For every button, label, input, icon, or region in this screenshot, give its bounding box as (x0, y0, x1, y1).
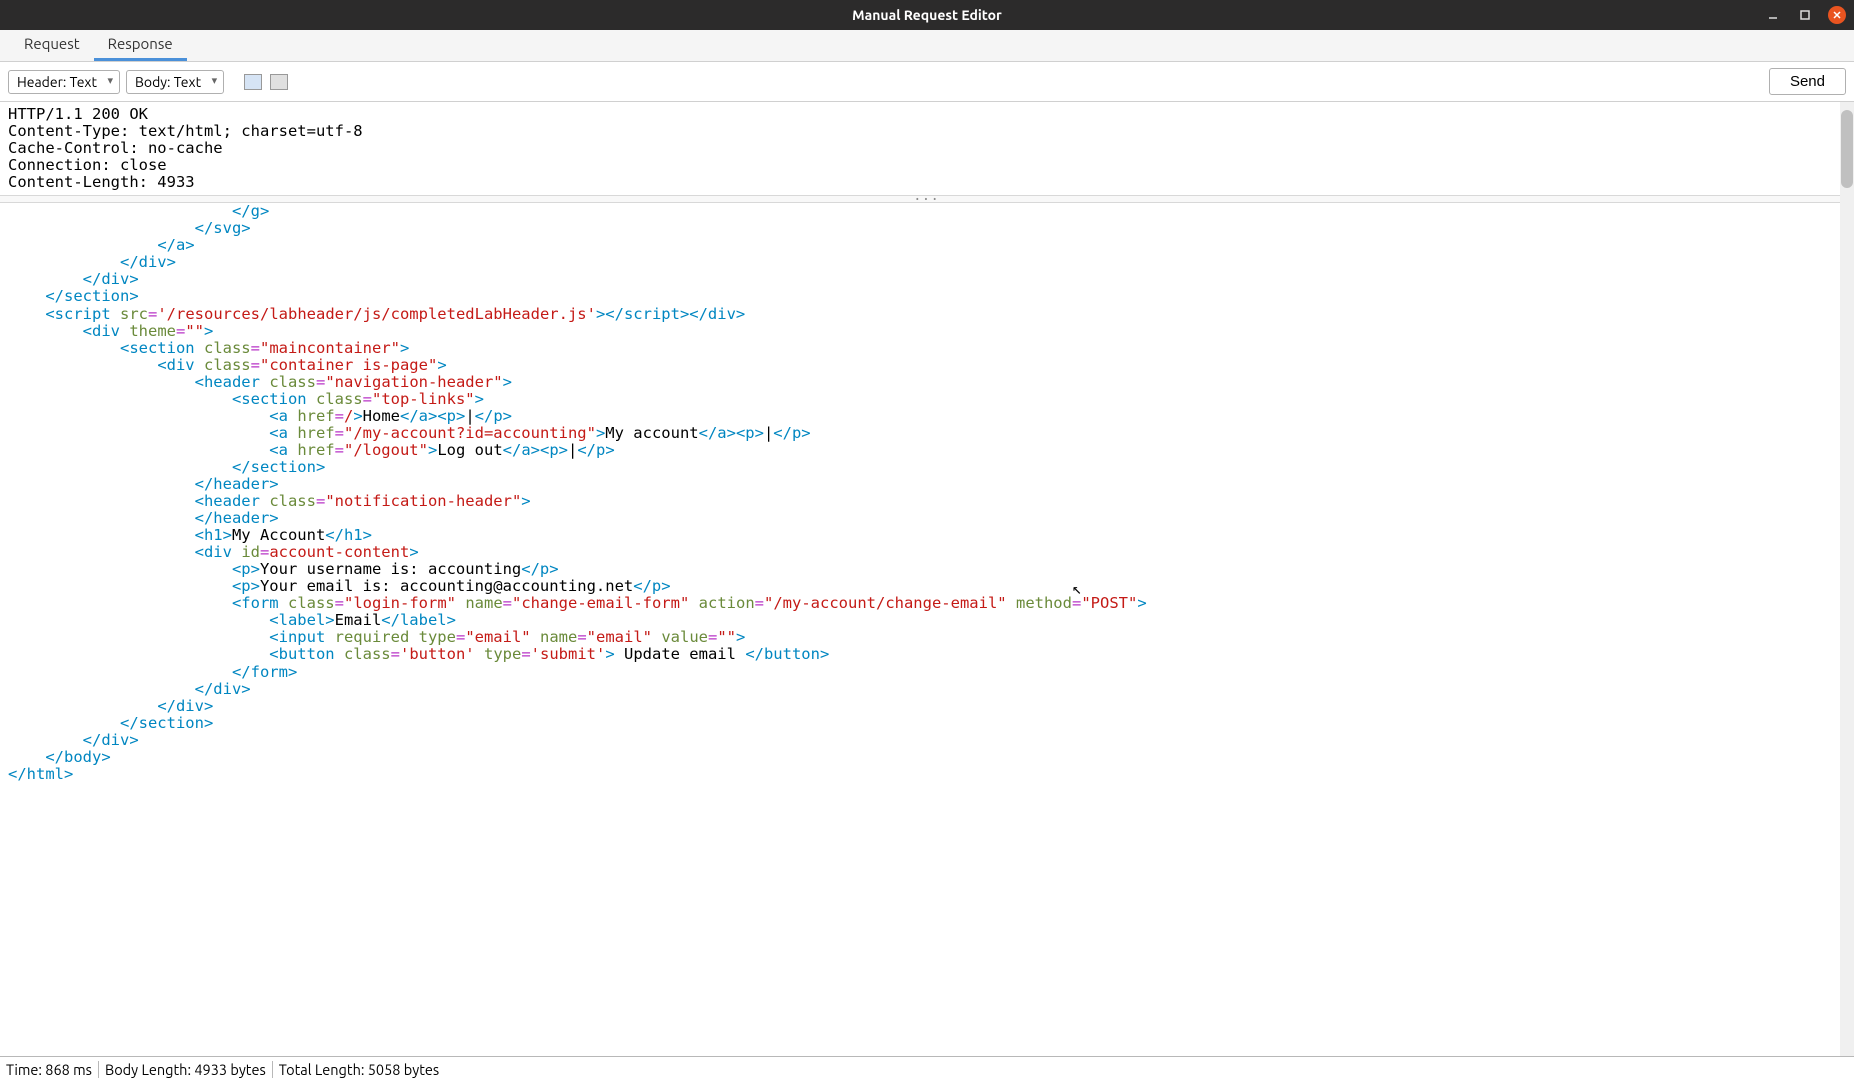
response-body-pane[interactable]: ↖ </g> </svg> </a> </div> </div> </secti… (0, 203, 1854, 1056)
code-line: <div class="container is-page"> (8, 357, 1846, 374)
tab-response[interactable]: Response (94, 29, 187, 61)
code-line: </g> (8, 203, 1846, 220)
maximize-icon (1799, 9, 1811, 21)
toolbar: Header: Text Body: Text Send (0, 62, 1854, 102)
close-icon (1832, 10, 1842, 20)
code-line: <p>Your email is: accounting@accounting.… (8, 578, 1846, 595)
code-line: </header> (8, 476, 1846, 493)
code-line: </div> (8, 681, 1846, 698)
code-line: </div> (8, 732, 1846, 749)
code-line: <section class="top-links"> (8, 391, 1846, 408)
split-view-icon[interactable] (244, 74, 262, 90)
code-line: </div> (8, 254, 1846, 271)
code-line: <header class="navigation-header"> (8, 374, 1846, 391)
code-line: <input required type="email" name="email… (8, 629, 1846, 646)
window-title: Manual Request Editor (852, 7, 1002, 23)
code-line: <div theme=""> (8, 323, 1846, 340)
send-button[interactable]: Send (1769, 68, 1846, 95)
titlebar: Manual Request Editor (0, 0, 1854, 30)
code-line: </section> (8, 459, 1846, 476)
code-line: </section> (8, 715, 1846, 732)
status-body-length: Body Length: 4933 bytes (105, 1061, 273, 1078)
code-line: <form class="login-form" name="change-em… (8, 595, 1846, 612)
pane-splitter[interactable]: • • • (0, 195, 1854, 203)
code-line: <a href="/my-account?id=accounting">My a… (8, 425, 1846, 442)
body-view-select[interactable]: Body: Text (126, 70, 224, 94)
code-line: </svg> (8, 220, 1846, 237)
maximize-button[interactable] (1796, 6, 1814, 24)
code-line: <div id=account-content> (8, 544, 1846, 561)
window-controls (1764, 6, 1846, 24)
code-line: </div> (8, 698, 1846, 715)
close-button[interactable] (1828, 6, 1846, 24)
code-line: </body> (8, 749, 1846, 766)
content-area: HTTP/1.1 200 OK Content-Type: text/html;… (0, 102, 1854, 1056)
minimize-button[interactable] (1764, 6, 1782, 24)
code-line: <header class="notification-header"> (8, 493, 1846, 510)
code-line: <p>Your username is: accounting</p> (8, 561, 1846, 578)
code-line: </a> (8, 237, 1846, 254)
code-line: <a href="/logout">Log out</a><p>|</p> (8, 442, 1846, 459)
status-bar: Time: 868 ms Body Length: 4933 bytes Tot… (0, 1056, 1854, 1082)
vertical-scrollbar[interactable] (1840, 102, 1854, 1056)
code-line: <section class="maincontainer"> (8, 340, 1846, 357)
status-total-length: Total Length: 5058 bytes (279, 1061, 445, 1078)
scroll-thumb[interactable] (1841, 110, 1853, 188)
code-line: </html> (8, 766, 1846, 783)
tab-bar: Request Response (0, 30, 1854, 62)
code-line: <script src='/resources/labheader/js/com… (8, 306, 1846, 323)
code-line: </div> (8, 271, 1846, 288)
status-time: Time: 868 ms (6, 1061, 99, 1078)
code-line: <label>Email</label> (8, 612, 1846, 629)
code-line: <h1>My Account</h1> (8, 527, 1846, 544)
tab-request[interactable]: Request (10, 29, 94, 61)
code-line: </section> (8, 288, 1846, 305)
response-headers-pane[interactable]: HTTP/1.1 200 OK Content-Type: text/html;… (0, 102, 1854, 195)
code-line: <button class='button' type='submit'> Up… (8, 646, 1846, 663)
minimize-icon (1767, 9, 1779, 21)
code-line: <a href=/>Home</a><p>|</p> (8, 408, 1846, 425)
code-line: </form> (8, 664, 1846, 681)
header-view-select[interactable]: Header: Text (8, 70, 120, 94)
full-view-icon[interactable] (270, 74, 288, 90)
code-line: </header> (8, 510, 1846, 527)
